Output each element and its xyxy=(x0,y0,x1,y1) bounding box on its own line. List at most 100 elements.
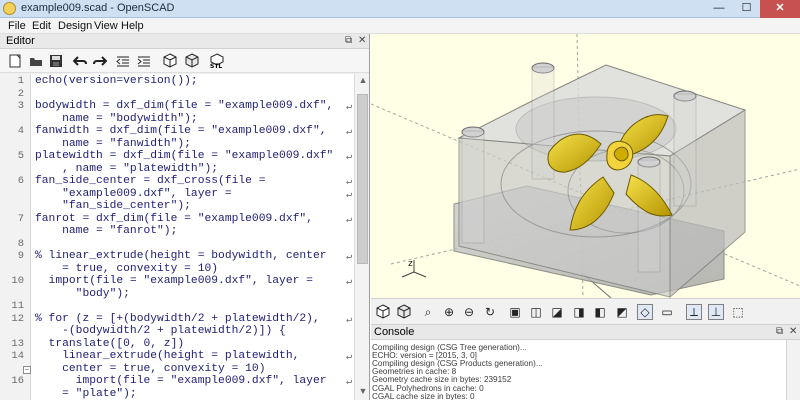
code-line: platewidth = dxf_dim(file = "example009.… xyxy=(35,150,334,162)
console-output[interactable]: Compiling design (CSG Tree generation)..… xyxy=(372,343,786,400)
scroll-up-icon[interactable]: ▲ xyxy=(358,75,368,85)
code-line: fanwidth = dxf_dim(file = "example009.dx… xyxy=(35,125,327,137)
view-toolbar: ⌕ ⊕ ⊖ ↻ ▣ ◫ ◪ ◨ ◧ ◩ ◇ ▭ ⟂ ⊥ ⬚ xyxy=(371,298,800,325)
perspective-icon[interactable]: ◇ xyxy=(637,304,653,320)
console-scrollbar[interactable] xyxy=(786,340,800,400)
menu-bar: File Edit Design View Help xyxy=(0,18,800,34)
console-header: Console ⧉ ✕ xyxy=(371,325,800,340)
preview-icon[interactable] xyxy=(162,53,178,69)
menu-help[interactable]: Help xyxy=(121,20,144,32)
open-folder-icon[interactable] xyxy=(28,53,44,69)
wrap-indicator-icon: ↵ xyxy=(346,152,353,163)
line-number: 1 xyxy=(17,75,24,87)
view-bottom-icon[interactable]: ◪ xyxy=(549,304,565,320)
line-number: 7 xyxy=(17,212,24,225)
line-number: 10 xyxy=(11,275,24,287)
console-line: CGAL cache size in bytes: 0 xyxy=(372,391,475,400)
axis-indicator: z xyxy=(401,259,427,278)
wrap-indicator-icon: ↵ xyxy=(346,102,353,113)
line-number-gutter: 1 2 3 4 5 6 7 8 9 10 11 12 13 14 16 − xyxy=(0,74,31,400)
save-icon[interactable] xyxy=(48,53,64,69)
menu-edit[interactable]: Edit xyxy=(32,20,51,32)
line-number: 6 xyxy=(17,175,24,187)
show-axes-icon[interactable]: ⟂ xyxy=(686,304,702,320)
wrap-indicator-icon: ↵ xyxy=(346,277,353,288)
line-number: 16 xyxy=(11,375,24,387)
wrap-indicator-icon: ↵ xyxy=(346,177,353,188)
editor-close-icon[interactable]: ✕ xyxy=(358,35,366,46)
line-number: 12 xyxy=(11,312,24,325)
zoom-out-icon[interactable]: ⊖ xyxy=(461,304,477,320)
line-number: 11 xyxy=(11,300,24,312)
code-line: , name = "platewidth"); xyxy=(35,162,219,175)
view-top-icon[interactable]: ◫ xyxy=(528,304,544,320)
view-left-icon[interactable]: ◨ xyxy=(571,304,587,320)
code-line: "body"); xyxy=(35,287,130,300)
svg-text:STL: STL xyxy=(210,63,222,69)
render-icon[interactable] xyxy=(184,53,200,69)
code-line: name = "fanwidth"); xyxy=(35,137,191,150)
maximize-button[interactable]: ☐ xyxy=(733,0,760,18)
code-line: "example009.dxf", layer = xyxy=(35,187,232,200)
scroll-down-icon[interactable]: ▼ xyxy=(358,386,368,396)
code-line: linear_extrude(height = platewidth, xyxy=(35,350,300,362)
unindent-icon[interactable] xyxy=(115,53,131,69)
code-line: translate([0, 0, z]) xyxy=(35,337,185,350)
reset-view-icon[interactable]: ↻ xyxy=(482,304,498,320)
fold-toggle-icon[interactable]: − xyxy=(23,366,31,374)
view-back-icon[interactable]: ◩ xyxy=(614,304,630,320)
line-number: 13 xyxy=(11,337,24,350)
zoom-in-icon[interactable]: ⊕ xyxy=(441,304,457,320)
undo-icon[interactable] xyxy=(72,53,88,69)
code-line: name = "bodywidth"); xyxy=(35,112,198,125)
menu-view[interactable]: View xyxy=(94,20,118,32)
line-number: 4 xyxy=(17,125,24,137)
close-button[interactable]: ✕ xyxy=(760,0,800,18)
console-title: Console xyxy=(374,326,415,338)
menu-file[interactable]: File xyxy=(8,20,26,32)
preview-icon[interactable] xyxy=(375,304,391,320)
wrap-indicator-icon: ↵ xyxy=(346,377,353,388)
minimize-button[interactable]: — xyxy=(705,0,733,18)
orthogonal-icon[interactable]: ▭ xyxy=(659,304,675,320)
code-line: = "plate"); xyxy=(35,387,137,400)
code-line: "fan_side_center"); xyxy=(35,200,191,212)
code-line: fan_side_center = dxf_cross(file = xyxy=(35,175,266,187)
editor-panel: Editor ⧉ ✕ STL 1 2 3 4 5 6 7 8 9 10 11 1… xyxy=(0,34,370,400)
openscad-app-icon xyxy=(3,2,16,15)
code-line: import(file = "example009.dxf", layer xyxy=(35,375,327,387)
z-axis-label: z xyxy=(408,259,413,269)
editor-header: Editor ⧉ ✕ xyxy=(0,34,369,49)
code-editor[interactable]: 1 2 3 4 5 6 7 8 9 10 11 12 13 14 16 − echo(version=ver… xyxy=(0,74,369,400)
line-number: 8 xyxy=(17,237,24,250)
indent-icon[interactable] xyxy=(136,53,152,69)
view-right-icon[interactable]: ▣ xyxy=(507,304,523,320)
editor-float-icon[interactable]: ⧉ xyxy=(345,35,352,46)
wrap-indicator-icon: ↵ xyxy=(346,314,353,326)
line-number: 14 xyxy=(11,350,24,362)
line-number: 2 xyxy=(17,87,24,100)
editor-scroll-thumb[interactable] xyxy=(357,94,368,264)
render-icon[interactable] xyxy=(396,304,412,320)
new-file-icon[interactable] xyxy=(7,53,23,69)
show-scale-markers-icon[interactable]: ⊥ xyxy=(708,304,724,320)
console-close-icon[interactable]: ✕ xyxy=(789,326,797,337)
redo-icon[interactable] xyxy=(92,53,108,69)
3d-viewport[interactable]: z xyxy=(371,34,800,298)
show-edges-icon[interactable]: ⬚ xyxy=(730,304,746,320)
code-line: center = true, convexity = 10) xyxy=(35,362,266,375)
line-number: 3 xyxy=(17,100,24,112)
code-line: % for (z = [+(bodywidth/2 + platewidth/2… xyxy=(35,312,320,325)
code-line: echo(version=version()); xyxy=(35,75,198,87)
wrap-indicator-icon: ↵ xyxy=(346,189,353,201)
export-stl-icon[interactable]: STL xyxy=(208,53,224,69)
view-front-icon[interactable]: ◧ xyxy=(592,304,608,320)
view-all-icon[interactable]: ⌕ xyxy=(420,304,436,320)
menu-design[interactable]: Design xyxy=(58,20,92,32)
editor-title: Editor xyxy=(6,35,35,47)
console-float-icon[interactable]: ⧉ xyxy=(776,326,783,337)
code-line: name = "fanrot"); xyxy=(35,225,178,237)
window-titlebar: example009.scad - OpenSCAD — ☐ ✕ xyxy=(0,0,800,18)
3d-model-scene: z xyxy=(371,34,800,298)
editor-scrollbar[interactable]: ▲ ▼ xyxy=(354,74,369,400)
